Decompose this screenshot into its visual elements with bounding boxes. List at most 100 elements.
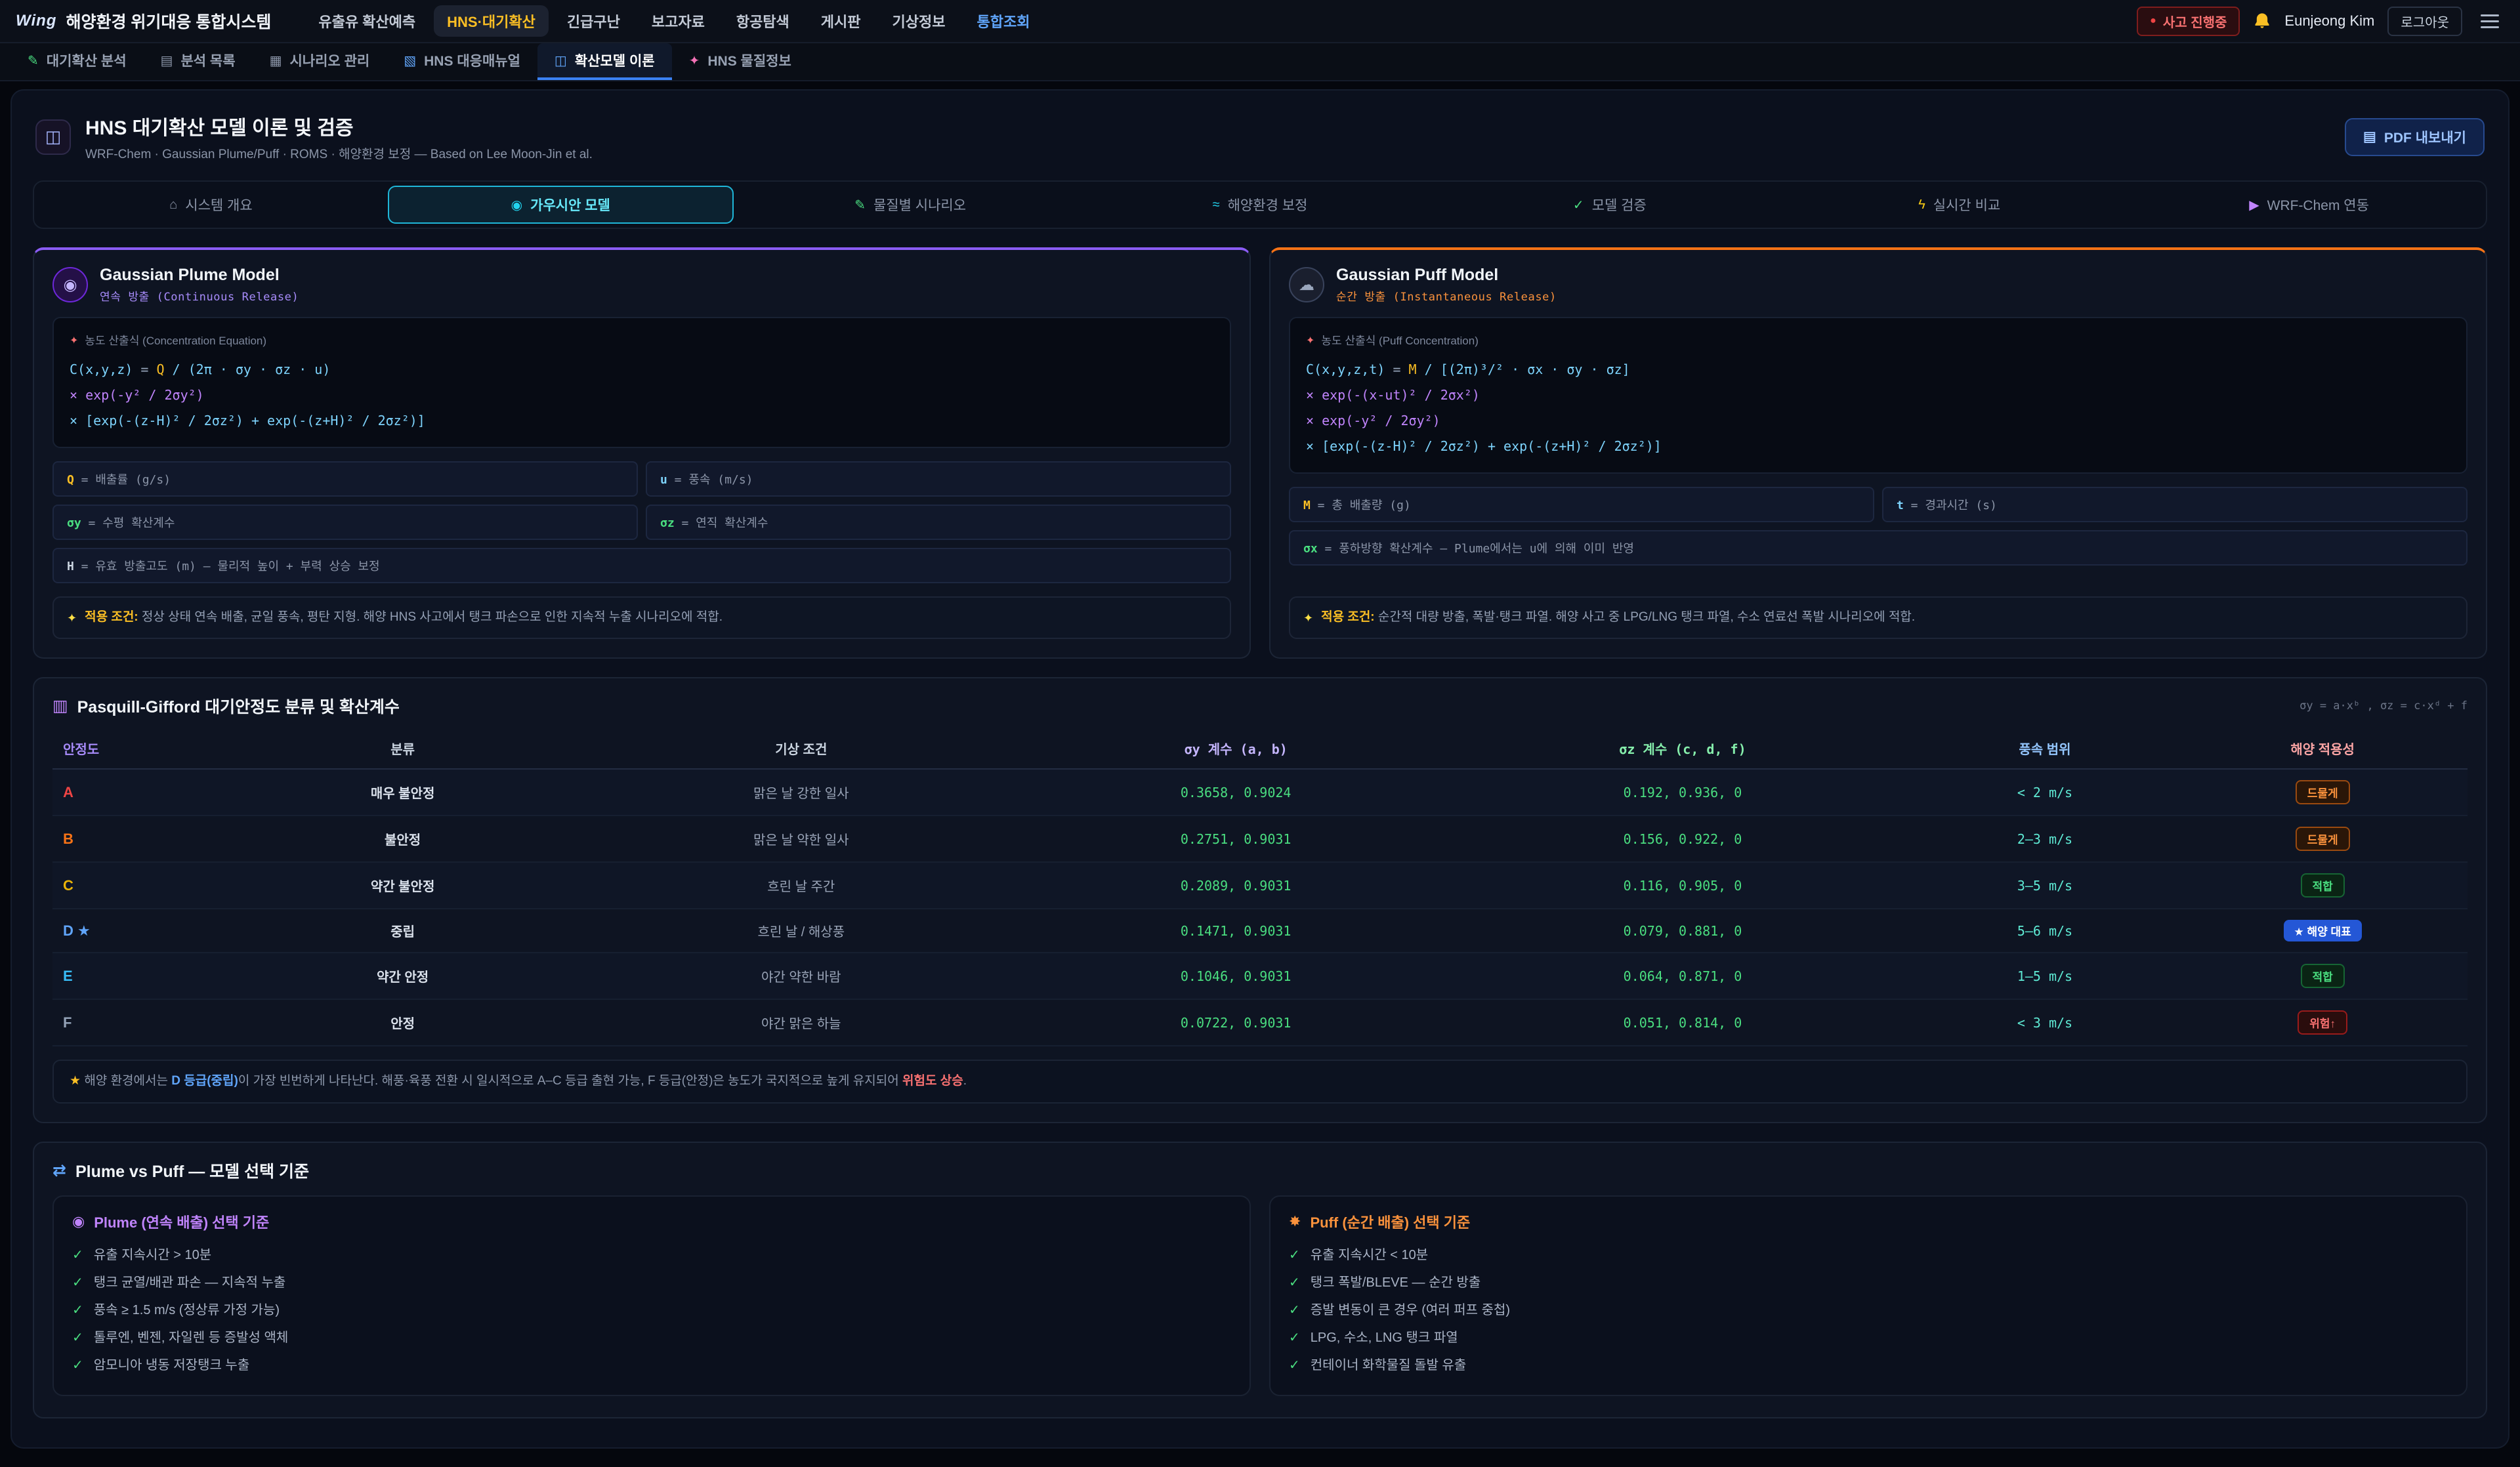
compare-icon: ⇄	[52, 1161, 66, 1180]
check-icon: ✓	[1289, 1269, 1300, 1296]
nav-item-reports[interactable]: 보고자료	[639, 5, 718, 37]
pin-icon: ✦	[70, 331, 78, 351]
table-row[interactable]: F안정야간 맑은 하늘0.0722, 0.90310.051, 0.814, 0…	[52, 999, 2468, 1046]
page-subtitle: WRF-Chem · Gaussian Plume/Puff · ROMS · …	[85, 144, 593, 162]
logout-button[interactable]: 로그아웃	[2387, 7, 2462, 36]
list-item: ✓탱크 폭발/BLEVE — 순간 방출	[1289, 1269, 2448, 1296]
nav-item-weather[interactable]: 기상정보	[879, 5, 959, 37]
table-row[interactable]: D ★중립흐린 날 / 해상풍0.1471, 0.90310.079, 0.88…	[52, 909, 2468, 953]
param-Q: Q = 배출률 (g/s)	[52, 461, 638, 497]
subnav-label: HNS 대응매뉴얼	[424, 51, 520, 70]
table-row[interactable]: C약간 불안정흐린 날 주간0.2089, 0.90310.116, 0.905…	[52, 862, 2468, 909]
section-tabs: ⌂ 시스템 개요 ◉ 가우시안 모델 ✎ 물질별 시나리오 ≈ 해양환경 보정 …	[33, 180, 2487, 229]
lightning-icon: ϟ	[1918, 197, 1925, 213]
page-icon: ◫	[35, 119, 71, 155]
notification-bell-icon[interactable]	[2253, 12, 2271, 30]
subnav-scenario-manage[interactable]: ▦ 시나리오 관리	[253, 43, 387, 80]
chart-icon: ◫	[555, 52, 567, 69]
col-sigma-z: σz 계수 (c, d, f)	[1453, 728, 1912, 769]
incident-status-label: 사고 진행중	[2163, 12, 2227, 31]
nav-item-integrated-search[interactable]: 통합조회	[964, 5, 1043, 37]
table-row[interactable]: E약간 안정야간 약한 바람0.1046, 0.90310.064, 0.871…	[52, 953, 2468, 999]
puff-model-card: ☁ Gaussian Puff Model 순간 방출 (Instantaneo…	[1269, 247, 2487, 659]
nav-item-oil-spill[interactable]: 유출유 확산예측	[305, 5, 429, 37]
plume-equation-label: ✦ 농도 산출식 (Concentration Equation)	[70, 330, 1214, 352]
param-t: t = 경과시간 (s)	[1882, 487, 2468, 522]
puff-avatar-icon: ☁	[1289, 267, 1324, 302]
page-header: ◫ HNS 대기확산 모델 이론 및 검증 WRF-Chem · Gaussia…	[25, 106, 2495, 178]
tab-label: 실시간 비교	[1933, 195, 2000, 215]
orb-icon: ◉	[72, 1213, 85, 1230]
param-H: H = 유효 방출고도 (m) — 물리적 높이 + 부력 상승 보정	[52, 548, 1231, 583]
list-item: ✓LPG, 수소, LNG 탱크 파열	[1289, 1324, 2448, 1352]
subnav-label: 대기확산 분석	[47, 51, 127, 70]
tab-model-validation[interactable]: ✓ 모델 검증	[1437, 186, 1782, 224]
plume-equation-block: ✦ 농도 산출식 (Concentration Equation) C(x,y,…	[52, 317, 1231, 448]
puff-card-header: ☁ Gaussian Puff Model 순간 방출 (Instantaneo…	[1289, 266, 2468, 304]
check-icon: ✓	[1289, 1324, 1300, 1352]
model-cards: ◉ Gaussian Plume Model 연속 방출 (Continuous…	[33, 247, 2487, 659]
nav-item-board[interactable]: 게시판	[808, 5, 874, 37]
bulb-icon: ✦	[67, 610, 77, 627]
app-logo: Wing	[16, 12, 56, 30]
tab-label: 시스템 개요	[185, 195, 252, 215]
list-item: ✓톨루엔, 벤젠, 자일렌 등 증발성 액체	[72, 1324, 1231, 1352]
param-sigma-x: σx = 풍하방향 확산계수 — Plume에서는 u에 의해 이미 반영	[1289, 530, 2468, 566]
list-item: ✓탱크 균열/배관 파손 — 지속적 누출	[72, 1269, 1231, 1296]
plume-application-note: ✦ 적용 조건: 정상 상태 연속 배출, 균일 풍속, 평탄 지형. 해양 H…	[52, 596, 1231, 639]
puff-eq-line1: C(x,y,z,t) = M / [(2π)³/² · σx · σy · σz…	[1306, 357, 2450, 382]
app-viewport: Wing 해양환경 위기대응 통합시스템 유출유 확산예측 HNS·대기확산 긴…	[0, 0, 2520, 1449]
subnav-hns-manual[interactable]: ▧ HNS 대응매뉴얼	[387, 43, 537, 80]
puff-equation-label: ✦ 농도 산출식 (Puff Concentration)	[1306, 330, 2450, 352]
alert-dot-icon: ●	[2150, 16, 2156, 26]
pdf-export-label: PDF 내보내기	[2384, 127, 2466, 147]
subnav-model-theory[interactable]: ◫ 확산모델 이론	[537, 43, 672, 80]
subnav-diffusion-analysis[interactable]: ✎ 대기확산 분석	[10, 43, 144, 80]
gaussian-icon: ◉	[511, 197, 522, 213]
tab-label: 가우시안 모델	[530, 195, 610, 215]
table-row[interactable]: B불안정맑은 날 약한 일사0.2751, 0.90310.156, 0.922…	[52, 816, 2468, 862]
pencil-icon: ✎	[854, 197, 866, 213]
selection-title: ⇄ Plume vs Puff — 모델 선택 기준	[52, 1159, 2468, 1182]
tab-realtime-compare[interactable]: ϟ 실시간 비교	[1786, 186, 2132, 224]
status-badge: 위험↑	[2298, 1010, 2347, 1035]
tab-system-overview[interactable]: ⌂ 시스템 개요	[38, 186, 384, 224]
pdf-export-button[interactable]: ▤ PDF 내보내기	[2345, 118, 2485, 156]
incident-status-badge[interactable]: ● 사고 진행중	[2137, 7, 2240, 36]
status-badge: 적합	[2301, 964, 2345, 988]
table-row[interactable]: A매우 불안정맑은 날 강한 일사0.3658, 0.90240.192, 0.…	[52, 769, 2468, 816]
puff-parameters: M = 총 배출량 (g) t = 경과시간 (s) σx = 풍하방향 확산계…	[1289, 487, 2468, 566]
nav-item-rescue[interactable]: 긴급구난	[554, 5, 633, 37]
user-name: Eunjeong Kim	[2284, 12, 2374, 30]
puff-title: Gaussian Puff Model	[1336, 266, 1557, 285]
rocket-icon: ▶	[2249, 197, 2259, 213]
subnav-hns-substance-info[interactable]: ✦ HNS 물질정보	[672, 43, 808, 80]
check-icon: ✓	[72, 1241, 83, 1269]
tab-gaussian-model[interactable]: ◉ 가우시안 모델	[388, 186, 734, 224]
pencil-icon: ✎	[28, 52, 39, 69]
plume-parameters: Q = 배출률 (g/s) u = 풍속 (m/s) σy = 수평 확산계수 …	[52, 461, 1231, 583]
app-title: 해양환경 위기대응 통합시스템	[66, 9, 271, 33]
sub-navbar: ✎ 대기확산 분석 ▤ 분석 목록 ▦ 시나리오 관리 ▧ HNS 대응매뉴얼 …	[0, 43, 2520, 81]
tab-label: 물질별 시나리오	[873, 195, 966, 215]
page-glyph-icon: ◫	[45, 127, 62, 147]
bar-chart-icon: ▥	[52, 696, 68, 716]
tab-wrf-chem[interactable]: ▶ WRF-Chem 연동	[2136, 186, 2482, 224]
puff-equation-block: ✦ 농도 산출식 (Puff Concentration) C(x,y,z,t)…	[1289, 317, 2468, 474]
plume-avatar-icon: ◉	[52, 267, 88, 302]
list-item: ✓유출 지속시간 > 10분	[72, 1241, 1231, 1269]
check-icon: ✓	[1573, 197, 1584, 213]
main-content: ◫ HNS 대기확산 모델 이론 및 검증 WRF-Chem · Gaussia…	[10, 89, 2510, 1449]
plume-model-card: ◉ Gaussian Plume Model 연속 방출 (Continuous…	[33, 247, 1251, 659]
nav-item-hns-diffusion[interactable]: HNS·대기확산	[434, 5, 549, 37]
subnav-analysis-list[interactable]: ▤ 분석 목록	[144, 43, 253, 80]
puff-subtitle: 순간 방출 (Instantaneous Release)	[1336, 287, 1557, 304]
flask-icon: ✦	[689, 52, 700, 69]
param-sigma-z: σz = 연직 확산계수	[646, 505, 1231, 540]
hamburger-menu-icon[interactable]	[2475, 9, 2504, 33]
tab-marine-correction[interactable]: ≈ 해양환경 보정	[1087, 186, 1433, 224]
nav-item-aerial-search[interactable]: 항공탐색	[723, 5, 803, 37]
col-weather: 기상 조건	[584, 728, 1018, 769]
tab-substance-scenario[interactable]: ✎ 물질별 시나리오	[738, 186, 1083, 224]
list-item: ✓유출 지속시간 < 10분	[1289, 1241, 2448, 1269]
